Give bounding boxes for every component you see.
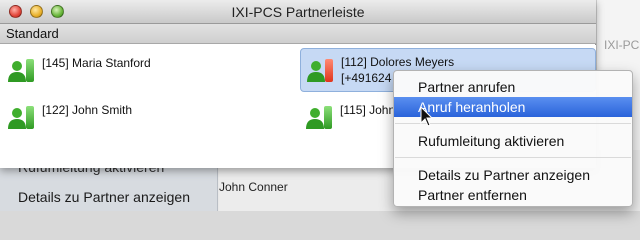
partner-number: [+491624 bbox=[341, 71, 392, 85]
status-available-indicator bbox=[26, 106, 34, 129]
background-list-row[interactable]: John Conner bbox=[219, 180, 288, 194]
partner-context-menu: Partner anrufen Anruf heranholen Rufumle… bbox=[393, 70, 633, 207]
background-window-label: IXI-PC bbox=[604, 38, 640, 52]
title-bar[interactable]: IXI-PCS Partnerleiste bbox=[0, 0, 596, 24]
status-busy-indicator bbox=[325, 59, 333, 82]
partner-item-maria-stanford[interactable]: [145] Maria Stanford bbox=[2, 52, 292, 86]
status-available-indicator bbox=[324, 106, 332, 129]
menu-item-rufumleitung-aktivieren[interactable]: Rufumleitung aktivieren bbox=[394, 131, 632, 151]
partner-label: [145] Maria Stanford bbox=[42, 56, 151, 70]
partner-label: [115] John bbox=[340, 103, 396, 117]
person-icon bbox=[8, 61, 26, 82]
arrow-cursor-icon bbox=[420, 106, 434, 127]
partner-label: [112] Dolores Meyers bbox=[341, 55, 455, 69]
group-header: Standard bbox=[0, 24, 596, 44]
menu-separator bbox=[395, 157, 631, 158]
menu-item-partner-entfernen[interactable]: Partner entfernen bbox=[394, 185, 632, 205]
partner-label: [122] John Smith bbox=[42, 103, 133, 117]
window-title: IXI-PCS Partnerleiste bbox=[231, 4, 365, 20]
person-icon bbox=[306, 108, 324, 129]
status-available-indicator bbox=[26, 59, 34, 82]
background-sidebar-item-details[interactable]: Details zu Partner anzeigen bbox=[18, 189, 190, 205]
partner-item-john[interactable]: [115] John bbox=[300, 99, 396, 133]
menu-item-partner-anrufen[interactable]: Partner anrufen bbox=[394, 77, 632, 97]
person-icon bbox=[8, 108, 26, 129]
menu-item-details-zu-partner-anzeigen[interactable]: Details zu Partner anzeigen bbox=[394, 165, 632, 185]
group-label: Standard bbox=[6, 26, 59, 41]
partner-item-john-smith[interactable]: [122] John Smith bbox=[2, 99, 292, 133]
person-icon bbox=[307, 61, 325, 82]
